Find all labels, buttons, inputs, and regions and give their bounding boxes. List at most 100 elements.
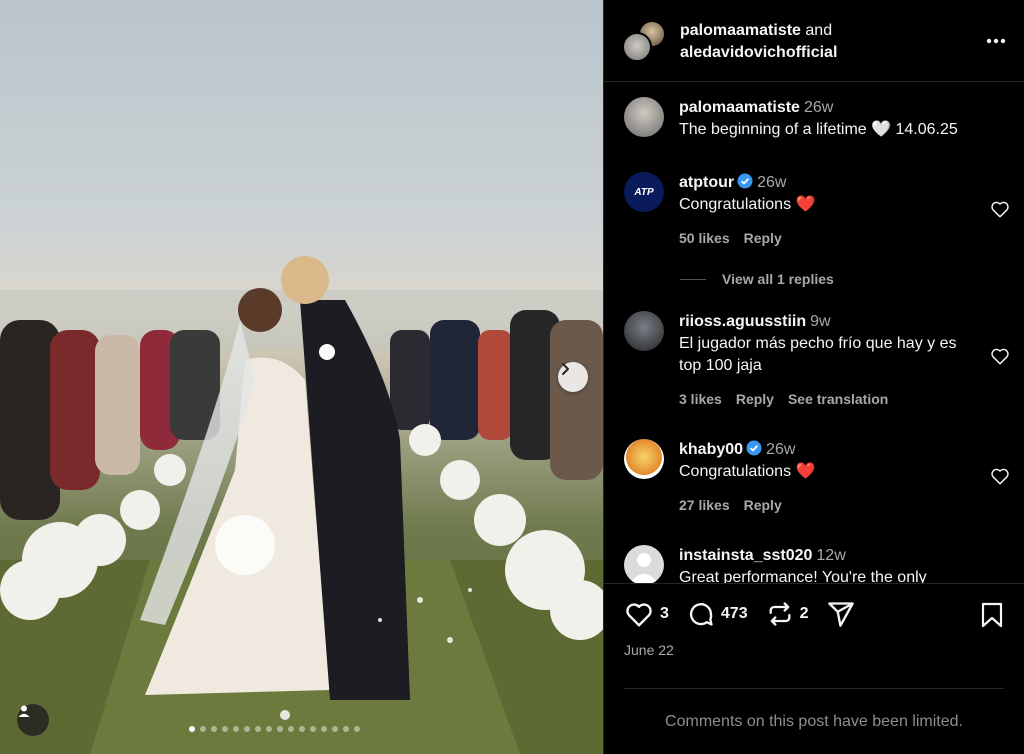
send-icon [827,602,854,627]
collab-avatars[interactable] [622,20,668,64]
avatar[interactable] [624,545,664,583]
comment-meta: 27 likes Reply [679,497,782,513]
avatar[interactable] [624,439,664,479]
carousel-dot [299,726,305,732]
repost-icon [769,602,791,626]
comment-body: instainsta_sst020 12w Great performance! … [679,545,970,583]
carousel-dot [244,726,250,732]
header-joiner: and [805,22,833,39]
caption-username[interactable]: palomaamatiste [679,99,800,116]
comments-limited-note: Comments on this post have been limited. [665,713,963,730]
comments-list[interactable]: palomaamatiste 26w The beginning of a lif… [604,83,1024,583]
verified-badge-icon [746,440,762,456]
repost-button[interactable]: 2 [766,600,809,628]
view-replies-label: View all 1 replies [722,271,834,287]
carousel-dot [266,726,272,732]
post-date[interactable]: June 22 [624,642,674,658]
caption-body: palomaamatiste 26w The beginning of a lif… [679,97,1010,141]
caption-time[interactable]: 26w [804,99,833,116]
user-tag-icon [18,705,30,717]
collab-usernames: palomaamatiste and aledavidovichofficial [680,20,837,64]
comment-time[interactable]: 26w [757,174,786,191]
comment-like-button[interactable] [990,347,1010,370]
wedding-photo-illustration [0,256,603,754]
carousel-dot [200,726,206,732]
comment-text: Congratulations ❤️ [679,463,816,480]
carousel-dot [277,726,283,732]
comment-body: riioss.aguusstiin 9w El jugador más pecho… [679,311,970,377]
comment-time[interactable]: 26w [766,441,795,458]
avatar[interactable]: ATP [624,172,664,212]
save-button[interactable] [980,602,1004,633]
comment-like-button[interactable] [990,467,1010,490]
carousel-dot [354,726,360,732]
carousel-dot [233,726,239,732]
post-details-panel: palomaamatiste and aledavidovichofficial… [603,0,1024,754]
post-photo[interactable] [0,0,603,754]
see-translation-button[interactable]: See translation [788,391,888,407]
carousel-dot [189,726,195,732]
comment-meta: 50 likes Reply [679,230,782,246]
comment-time[interactable]: 9w [810,313,830,330]
comment-body: atptour 26w Congratulations ❤️ [679,172,970,216]
tagged-users-button[interactable] [17,704,49,736]
chevron-right-icon [562,363,569,375]
like-count[interactable]: 3 [660,605,669,623]
comment-body: khaby00 26w Congratulations ❤️ [679,439,970,483]
comment-count[interactable]: 473 [721,605,748,623]
carousel-dot [222,726,228,732]
comment-likes[interactable]: 27 likes [679,497,730,513]
carousel-dot [343,726,349,732]
comment-username[interactable]: khaby00 [679,441,743,458]
avatar[interactable] [622,32,652,62]
share-button[interactable] [827,600,855,628]
divider [624,688,1004,689]
reply-button[interactable]: Reply [736,391,774,407]
post-actions: 3 473 2 June 22 Comments on this post ha… [604,583,1024,754]
avatar[interactable] [624,97,664,137]
comment-text: Great performance! You're the only [679,569,927,583]
view-replies-button[interactable]: View all 1 replies [680,271,834,287]
atp-logo: ATP [634,186,654,198]
carousel-dot [332,726,338,732]
comment-text: El jugador más pecho frío que hay y es t… [679,335,957,374]
comment-button[interactable]: 473 [687,600,748,628]
comment-likes[interactable]: 3 likes [679,391,722,407]
bookmark-icon [981,602,1003,628]
caption-text: The beginning of a lifetime 🤍 14.06.25 [679,121,958,138]
carousel-dot [321,726,327,732]
comment-username[interactable]: riioss.aguusstiin [679,313,806,330]
reply-button[interactable]: Reply [744,230,782,246]
post-header: palomaamatiste and aledavidovichofficial [604,0,1024,82]
action-row: 3 473 2 [624,600,873,628]
replies-divider [680,278,706,280]
comment-bubble-icon [689,603,713,626]
comment-text: Congratulations ❤️ [679,196,816,213]
comment-meta: 3 likes Reply See translation [679,391,888,407]
reply-button[interactable]: Reply [744,497,782,513]
like-button[interactable]: 3 [624,601,669,627]
comment-like-button[interactable] [990,200,1010,223]
carousel-next-button[interactable] [558,362,588,392]
more-options-button[interactable] [986,31,1006,49]
heart-icon [991,201,1009,218]
header-username-2[interactable]: aledavidovichofficial [680,44,837,61]
header-username-1[interactable]: palomaamatiste [680,22,801,39]
carousel-dot [211,726,217,732]
comment-username[interactable]: atptour [679,174,734,191]
heart-icon [991,468,1009,485]
comment-time[interactable]: 12w [816,547,845,564]
more-dots-icon [986,38,1006,44]
verified-badge-icon [737,173,753,189]
default-avatar-icon [630,553,658,583]
heart-icon [626,603,652,627]
comment-likes[interactable]: 50 likes [679,230,730,246]
avatar[interactable] [624,311,664,351]
carousel-indicator [189,726,360,732]
carousel-dot [255,726,261,732]
carousel-dot [288,726,294,732]
heart-icon [991,348,1009,365]
comment-username[interactable]: instainsta_sst020 [679,547,812,564]
repost-count[interactable]: 2 [800,605,809,623]
carousel-dot [310,726,316,732]
